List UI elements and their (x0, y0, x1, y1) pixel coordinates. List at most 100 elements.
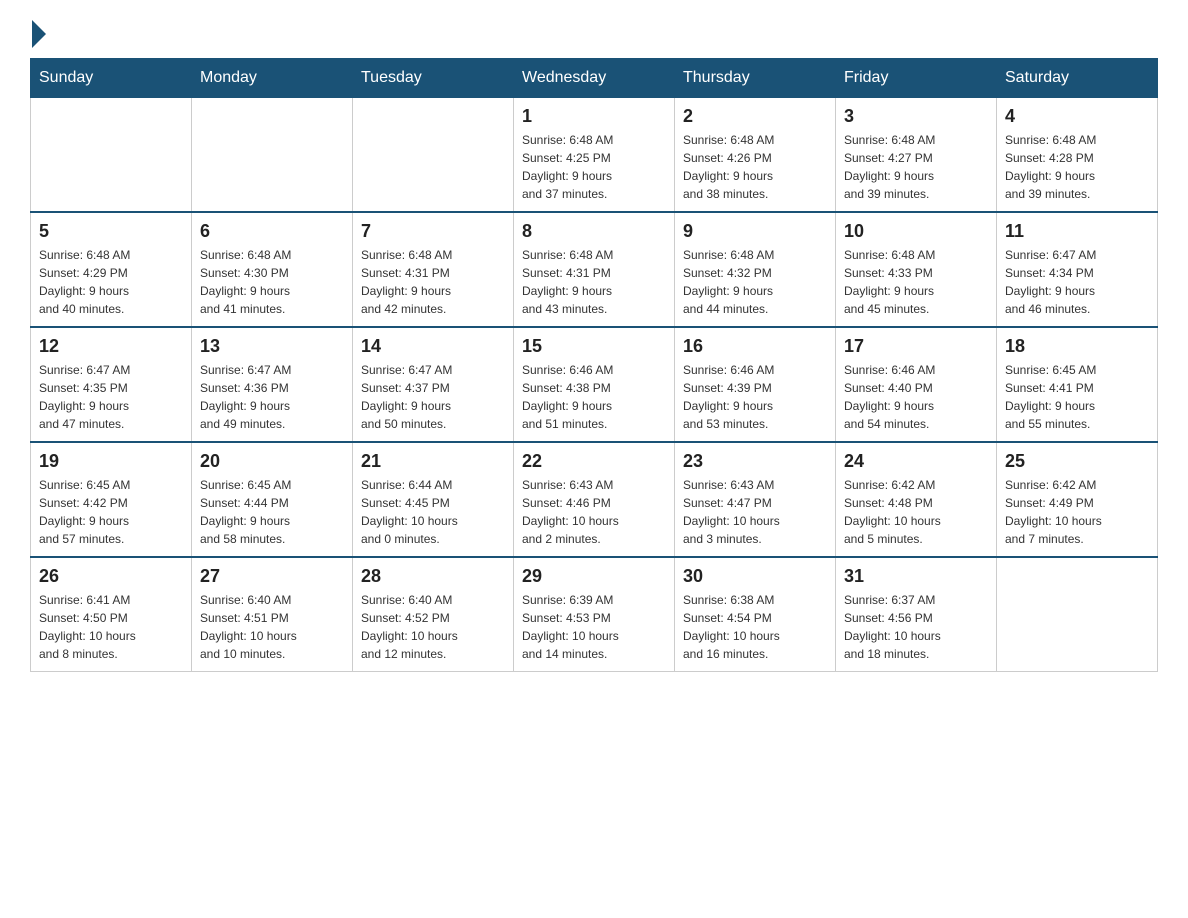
calendar-day-14: 14Sunrise: 6:47 AM Sunset: 4:37 PM Dayli… (353, 327, 514, 442)
day-info: Sunrise: 6:48 AM Sunset: 4:31 PM Dayligh… (522, 248, 613, 316)
day-number: 19 (39, 451, 183, 472)
calendar-empty-cell (997, 557, 1158, 672)
weekday-header-wednesday: Wednesday (514, 59, 675, 98)
calendar-week-row: 1 Sunrise: 6:48 AM Sunset: 4:25 PM Daylig… (31, 98, 1158, 213)
day-number: 6 (200, 221, 344, 242)
calendar-week-row: 12 Sunrise: 6:47 AM Sunset: 4:35 PM Dayli… (31, 327, 1158, 442)
day-info: Sunrise: 6:42 AM Sunset: 4:48 PM Dayligh… (844, 478, 941, 546)
day-number: 14 (361, 336, 505, 357)
weekday-header-thursday: Thursday (675, 59, 836, 98)
day-number: 22 (522, 451, 666, 472)
day-number: 11 (1005, 221, 1149, 242)
calendar-day-2: 2 Sunrise: 6:48 AM Sunset: 4:26 PM Daylig… (675, 98, 836, 213)
day-info: Sunrise: 6:47 AM Sunset: 4:35 PM Dayligh… (39, 363, 130, 431)
day-number: 13 (200, 336, 344, 357)
day-number: 29 (522, 566, 666, 587)
day-number: 1 (522, 106, 666, 127)
calendar-empty-cell (353, 98, 514, 213)
calendar-day-5: 5 Sunrise: 6:48 AM Sunset: 4:29 PM Daylig… (31, 212, 192, 327)
day-info: Sunrise: 6:48 AM Sunset: 4:32 PM Dayligh… (683, 248, 774, 316)
logo (30, 20, 48, 48)
calendar-day-19: 19 Sunrise: 6:45 AM Sunset: 4:42 PM Dayli… (31, 442, 192, 557)
calendar-day-31: 31 Sunrise: 6:37 AM Sunset: 4:56 PM Dayli… (836, 557, 997, 672)
day-info: Sunrise: 6:48 AM Sunset: 4:31 PM Dayligh… (361, 248, 452, 316)
day-info: Sunrise: 6:42 AM Sunset: 4:49 PM Dayligh… (1005, 478, 1102, 546)
calendar-day-1: 1 Sunrise: 6:48 AM Sunset: 4:25 PM Daylig… (514, 98, 675, 213)
day-number: 21 (361, 451, 505, 472)
calendar-week-row: 19 Sunrise: 6:45 AM Sunset: 4:42 PM Dayli… (31, 442, 1158, 557)
weekday-header-tuesday: Tuesday (353, 59, 514, 98)
calendar-day-23: 23 Sunrise: 6:43 AM Sunset: 4:47 PM Dayli… (675, 442, 836, 557)
day-info: Sunrise: 6:48 AM Sunset: 4:28 PM Dayligh… (1005, 133, 1096, 201)
day-info: Sunrise: 6:48 AM Sunset: 4:33 PM Dayligh… (844, 248, 935, 316)
day-number: 7 (361, 221, 505, 242)
day-info: Sunrise: 6:47 AM Sunset: 4:34 PM Dayligh… (1005, 248, 1096, 316)
calendar-table: SundayMondayTuesdayWednesdayThursdayFrid… (30, 58, 1158, 672)
calendar-empty-cell (192, 98, 353, 213)
day-number: 3 (844, 106, 988, 127)
day-number: 30 (683, 566, 827, 587)
day-number: 4 (1005, 106, 1149, 127)
calendar-day-24: 24 Sunrise: 6:42 AM Sunset: 4:48 PM Dayli… (836, 442, 997, 557)
calendar-day-28: 28 Sunrise: 6:40 AM Sunset: 4:52 PM Dayli… (353, 557, 514, 672)
day-info: Sunrise: 6:48 AM Sunset: 4:25 PM Dayligh… (522, 133, 613, 201)
day-info: Sunrise: 6:46 AM Sunset: 4:39 PM Dayligh… (683, 363, 774, 431)
day-info: Sunrise: 6:45 AM Sunset: 4:42 PM Dayligh… (39, 478, 130, 546)
day-info: Sunrise: 6:45 AM Sunset: 4:44 PM Dayligh… (200, 478, 291, 546)
day-number: 26 (39, 566, 183, 587)
day-number: 31 (844, 566, 988, 587)
calendar-day-16: 16 Sunrise: 6:46 AM Sunset: 4:39 PM Dayli… (675, 327, 836, 442)
calendar-empty-cell (31, 98, 192, 213)
day-info: Sunrise: 6:48 AM Sunset: 4:30 PM Dayligh… (200, 248, 291, 316)
day-info: Sunrise: 6:40 AM Sunset: 4:51 PM Dayligh… (200, 593, 297, 661)
calendar-day-25: 25 Sunrise: 6:42 AM Sunset: 4:49 PM Dayli… (997, 442, 1158, 557)
calendar-day-20: 20 Sunrise: 6:45 AM Sunset: 4:44 PM Dayli… (192, 442, 353, 557)
logo-arrow-icon (32, 20, 46, 48)
day-info: Sunrise: 6:47 AM Sunset: 4:36 PM Dayligh… (200, 363, 291, 431)
day-info: Sunrise: 6:48 AM Sunset: 4:29 PM Dayligh… (39, 248, 130, 316)
day-number: 5 (39, 221, 183, 242)
day-number: 23 (683, 451, 827, 472)
calendar-day-29: 29 Sunrise: 6:39 AM Sunset: 4:53 PM Dayli… (514, 557, 675, 672)
day-info: Sunrise: 6:37 AM Sunset: 4:56 PM Dayligh… (844, 593, 941, 661)
calendar-day-8: 8 Sunrise: 6:48 AM Sunset: 4:31 PM Daylig… (514, 212, 675, 327)
day-info: Sunrise: 6:45 AM Sunset: 4:41 PM Dayligh… (1005, 363, 1096, 431)
calendar-day-13: 13 Sunrise: 6:47 AM Sunset: 4:36 PM Dayli… (192, 327, 353, 442)
day-number: 24 (844, 451, 988, 472)
day-info: Sunrise: 6:43 AM Sunset: 4:47 PM Dayligh… (683, 478, 780, 546)
day-number: 9 (683, 221, 827, 242)
day-info: Sunrise: 6:43 AM Sunset: 4:46 PM Dayligh… (522, 478, 619, 546)
day-number: 28 (361, 566, 505, 587)
calendar-day-17: 17Sunrise: 6:46 AM Sunset: 4:40 PM Dayli… (836, 327, 997, 442)
calendar-day-18: 18Sunrise: 6:45 AM Sunset: 4:41 PM Dayli… (997, 327, 1158, 442)
calendar-day-27: 27Sunrise: 6:40 AM Sunset: 4:51 PM Dayli… (192, 557, 353, 672)
day-number: 20 (200, 451, 344, 472)
page-header (30, 20, 1158, 48)
weekday-header-saturday: Saturday (997, 59, 1158, 98)
calendar-day-4: 4 Sunrise: 6:48 AM Sunset: 4:28 PM Daylig… (997, 98, 1158, 213)
calendar-day-26: 26 Sunrise: 6:41 AM Sunset: 4:50 PM Dayli… (31, 557, 192, 672)
day-number: 12 (39, 336, 183, 357)
calendar-day-11: 11 Sunrise: 6:47 AM Sunset: 4:34 PM Dayli… (997, 212, 1158, 327)
day-info: Sunrise: 6:40 AM Sunset: 4:52 PM Dayligh… (361, 593, 458, 661)
day-number: 8 (522, 221, 666, 242)
calendar-day-21: 21 Sunrise: 6:44 AM Sunset: 4:45 PM Dayli… (353, 442, 514, 557)
day-number: 25 (1005, 451, 1149, 472)
day-number: 2 (683, 106, 827, 127)
day-info: Sunrise: 6:41 AM Sunset: 4:50 PM Dayligh… (39, 593, 136, 661)
calendar-day-10: 10Sunrise: 6:48 AM Sunset: 4:33 PM Dayli… (836, 212, 997, 327)
day-info: Sunrise: 6:38 AM Sunset: 4:54 PM Dayligh… (683, 593, 780, 661)
day-info: Sunrise: 6:48 AM Sunset: 4:26 PM Dayligh… (683, 133, 774, 201)
day-info: Sunrise: 6:39 AM Sunset: 4:53 PM Dayligh… (522, 593, 619, 661)
day-info: Sunrise: 6:48 AM Sunset: 4:27 PM Dayligh… (844, 133, 935, 201)
calendar-day-7: 7 Sunrise: 6:48 AM Sunset: 4:31 PM Daylig… (353, 212, 514, 327)
calendar-day-12: 12 Sunrise: 6:47 AM Sunset: 4:35 PM Dayli… (31, 327, 192, 442)
calendar-day-3: 3 Sunrise: 6:48 AM Sunset: 4:27 PM Daylig… (836, 98, 997, 213)
calendar-week-row: 26 Sunrise: 6:41 AM Sunset: 4:50 PM Dayli… (31, 557, 1158, 672)
calendar-day-15: 15Sunrise: 6:46 AM Sunset: 4:38 PM Dayli… (514, 327, 675, 442)
calendar-day-30: 30 Sunrise: 6:38 AM Sunset: 4:54 PM Dayli… (675, 557, 836, 672)
day-info: Sunrise: 6:46 AM Sunset: 4:40 PM Dayligh… (844, 363, 935, 431)
day-info: Sunrise: 6:44 AM Sunset: 4:45 PM Dayligh… (361, 478, 458, 546)
day-number: 16 (683, 336, 827, 357)
day-info: Sunrise: 6:46 AM Sunset: 4:38 PM Dayligh… (522, 363, 613, 431)
